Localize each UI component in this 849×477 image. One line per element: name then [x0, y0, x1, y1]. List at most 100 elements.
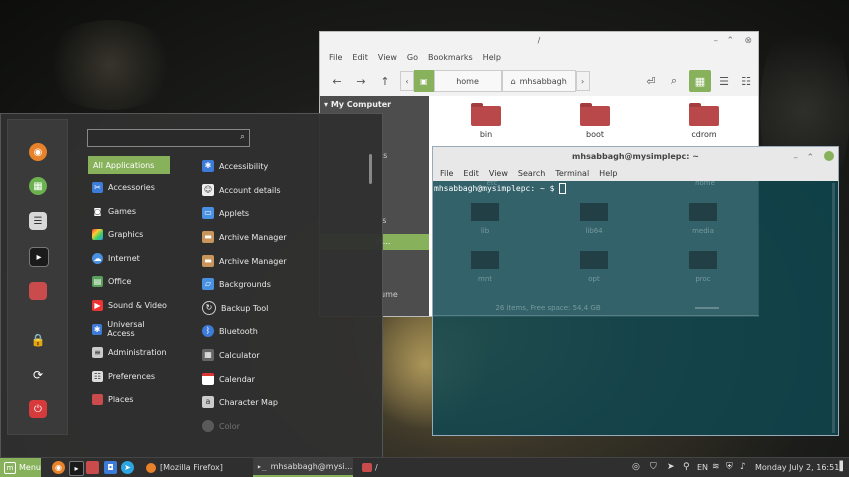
app-label: Archive Manager — [219, 232, 287, 242]
category-preferences[interactable]: ☷ Preferences — [88, 367, 170, 385]
search-icon[interactable]: ⌕ — [663, 70, 685, 92]
category-label: Administration — [108, 347, 167, 357]
panel-telegram-icon[interactable]: ➤ — [121, 461, 134, 474]
fm-menu-go[interactable]: Go — [402, 50, 423, 66]
panel-terminal-icon[interactable]: ▸ — [69, 461, 84, 476]
category-office[interactable]: ▤ Office — [88, 272, 170, 290]
terminal-titlebar[interactable]: mhsabbagh@mysimplepc: ~ – ⌃ — [433, 147, 838, 167]
applets-icon: ▭ — [202, 207, 214, 219]
fm-menu-file[interactable]: File — [324, 50, 347, 66]
category-accessories[interactable]: ✂ Accessories — [88, 178, 170, 196]
terminal-here-icon[interactable]: ⏎ — [640, 70, 662, 92]
breadcrumb-home[interactable]: home — [433, 70, 502, 92]
fm-menu-edit[interactable]: Edit — [347, 50, 373, 66]
app-color[interactable]: Color — [199, 417, 359, 435]
term-menu-terminal[interactable]: Terminal — [550, 167, 594, 181]
toggle-location-button[interactable]: ▣ — [414, 70, 434, 92]
category-games[interactable]: ◙ Games — [88, 202, 170, 220]
fm-titlebar[interactable]: / – ⌃ ⊗ — [320, 32, 758, 50]
ghost-divider — [433, 315, 759, 316]
icon-view-icon[interactable]: ▦ — [689, 70, 711, 92]
power-icon[interactable]: ⏻ — [29, 400, 47, 418]
telegram-tray-icon[interactable]: ➤ — [667, 462, 675, 472]
search-input[interactable] — [91, 132, 235, 146]
app-bluetooth[interactable]: ᛒ Bluetooth — [199, 322, 359, 340]
universal-access-icon: ✱ — [92, 323, 103, 335]
updates-icon[interactable]: ⛨ — [726, 462, 733, 472]
app-account-details[interactable]: ☺ Account details — [199, 181, 359, 199]
lock-icon[interactable]: 🔒 — [29, 331, 47, 349]
maximize-icon[interactable]: ⌃ — [726, 32, 734, 50]
menu-button[interactable]: m Menu — [0, 458, 41, 477]
ghost-folder-lib64 — [580, 203, 608, 221]
app-calculator[interactable]: ▦ Calculator — [199, 346, 359, 364]
task-terminal[interactable]: ▸_ mhsabbagh@mysi... — [253, 458, 353, 477]
home-icon: ⌂ — [510, 76, 516, 86]
fm-menu-view[interactable]: View — [373, 50, 402, 66]
back-icon[interactable]: ← — [326, 70, 348, 92]
app-character-map[interactable]: a Character Map — [199, 393, 359, 411]
app-archive-manager-2[interactable]: ▬ Archive Manager — [199, 252, 359, 270]
terminal-scrollbar[interactable] — [832, 183, 835, 433]
ghost-label-opt: opt — [588, 275, 600, 283]
wifi-icon[interactable]: ≋ — [712, 462, 720, 472]
term-menu-help[interactable]: Help — [594, 167, 622, 181]
menu-scrollbar[interactable] — [369, 154, 372, 184]
ghost-label-mnt: mnt — [478, 275, 492, 283]
clock[interactable]: Monday July 2, 16:51 — [755, 463, 839, 472]
close-icon[interactable]: ⊗ — [744, 32, 752, 50]
volume-icon[interactable]: ♪ — [740, 462, 746, 472]
folder-icon-cdrom[interactable] — [689, 103, 719, 126]
category-sound-video[interactable]: ▶ Sound & Video — [88, 296, 170, 314]
settings-icon[interactable]: ☰ — [29, 212, 47, 230]
category-universal-access[interactable]: ✱ Universal Access — [88, 320, 170, 338]
breadcrumb-user[interactable]: ⌂ mhsabbagh — [501, 70, 576, 92]
panel-firefox-icon[interactable]: ◉ — [52, 461, 65, 474]
task-firefox[interactable]: [Mozilla Firefox] — [146, 458, 246, 477]
task-files[interactable]: / — [362, 458, 402, 477]
category-all-applications[interactable]: All Applications — [88, 156, 170, 174]
keyboard-layout[interactable]: EN — [697, 463, 708, 472]
application-menu[interactable]: ◉ ▦ ☰ ▸ 🔒 ⟳ ⏻ ⌕ All Applications ✂ Access… — [0, 113, 383, 460]
sidebar-header[interactable]: ▾ My Computer — [320, 96, 429, 113]
app-calendar[interactable]: Calendar — [199, 370, 359, 388]
category-places[interactable]: Places — [88, 390, 170, 408]
terminal-minimize-icon[interactable]: – — [794, 148, 799, 168]
forward-icon[interactable]: → — [350, 70, 372, 92]
app-applets[interactable]: ▭ Applets — [199, 204, 359, 222]
folder-icon-boot[interactable] — [580, 103, 610, 126]
logout-icon[interactable]: ⟳ — [29, 366, 47, 384]
terminal-icon[interactable]: ▸ — [29, 247, 49, 267]
panel-screenshot-icon[interactable]: ◘ — [104, 461, 117, 474]
compact-view-icon[interactable]: ☷ — [735, 70, 757, 92]
software-manager-icon[interactable]: ▦ — [29, 177, 47, 195]
list-view-icon[interactable]: ☰ — [713, 70, 735, 92]
fm-menu-bookmarks[interactable]: Bookmarks — [423, 50, 478, 66]
files-icon[interactable] — [29, 282, 47, 300]
steam-icon[interactable]: ◎ — [632, 462, 640, 472]
terminal-close-icon[interactable] — [824, 151, 834, 161]
firefox-icon[interactable]: ◉ — [29, 143, 47, 161]
app-backup-tool[interactable]: ↻ Backup Tool — [199, 299, 359, 317]
fm-menu-help[interactable]: Help — [478, 50, 506, 66]
app-label: Archive Manager — [219, 256, 287, 266]
crumb-left-icon[interactable]: ‹ — [400, 71, 414, 91]
terminal-maximize-icon[interactable]: ⌃ — [806, 148, 814, 168]
category-graphics[interactable]: Graphics — [88, 225, 170, 243]
terminal-window[interactable]: mhsabbagh@mysimplepc: ~ – ⌃ File Edit Vi… — [432, 146, 839, 436]
category-administration[interactable]: ≡ Administration — [88, 343, 170, 361]
folder-icon-bin[interactable] — [471, 103, 501, 126]
crumb-right-icon[interactable]: › — [575, 71, 590, 91]
up-icon[interactable]: ↑ — [374, 70, 396, 92]
app-accessibility[interactable]: ✱ Accessibility — [199, 157, 359, 175]
location-icon[interactable]: ⚲ — [683, 462, 690, 472]
show-desktop-icon[interactable]: ▐ — [836, 462, 843, 472]
category-internet[interactable]: ☁ Internet — [88, 249, 170, 267]
app-backgrounds[interactable]: ▱ Backgrounds — [199, 275, 359, 293]
minimize-icon[interactable]: – — [714, 32, 719, 50]
app-archive-manager-1[interactable]: ▬ Archive Manager — [199, 228, 359, 246]
term-menu-file[interactable]: File — [435, 167, 458, 181]
shield-icon[interactable]: ⛉ — [650, 462, 657, 472]
panel-files-icon[interactable] — [86, 461, 99, 474]
search-box[interactable]: ⌕ — [87, 129, 250, 147]
